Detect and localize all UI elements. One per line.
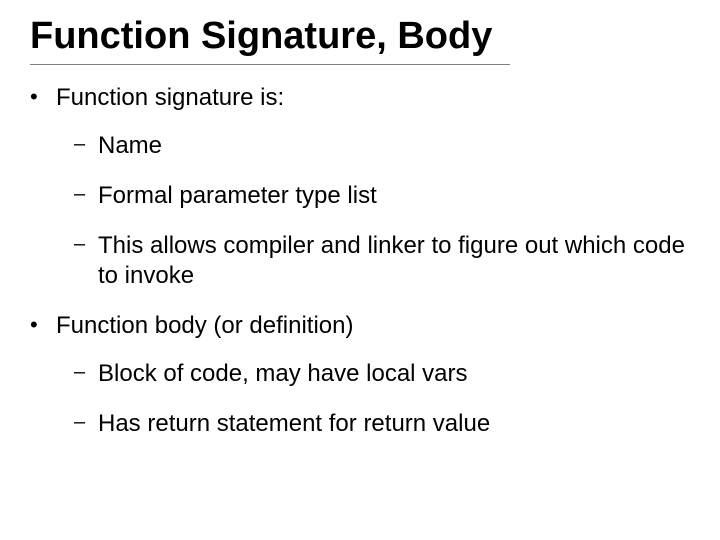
- dash-icon: –: [74, 359, 98, 389]
- list-item: • Function body (or definition): [30, 311, 690, 341]
- sublist-item-text: Name: [98, 131, 690, 161]
- sublist-item: – Has return statement for return value: [74, 409, 690, 439]
- bullet-icon: •: [30, 311, 56, 341]
- list-item: • Function signature is:: [30, 83, 690, 113]
- dash-icon: –: [74, 231, 98, 291]
- slide: Function Signature, Body • Function sign…: [0, 0, 720, 540]
- sublist-item: – This allows compiler and linker to fig…: [74, 231, 690, 291]
- bullet-icon: •: [30, 83, 56, 113]
- sublist-item: – Formal parameter type list: [74, 181, 690, 211]
- list-item-text: Function body (or definition): [56, 311, 690, 341]
- dash-icon: –: [74, 131, 98, 161]
- dash-icon: –: [74, 409, 98, 439]
- dash-icon: –: [74, 181, 98, 211]
- title-divider: [30, 64, 510, 65]
- sublist-item-text: Block of code, may have local vars: [98, 359, 690, 389]
- slide-title: Function Signature, Body: [30, 16, 690, 58]
- sublist-item: – Block of code, may have local vars: [74, 359, 690, 389]
- sublist-item-text: Has return statement for return value: [98, 409, 690, 439]
- sublist-item: – Name: [74, 131, 690, 161]
- list-item-text: Function signature is:: [56, 83, 690, 113]
- slide-content: • Function signature is: – Name – Formal…: [30, 83, 690, 439]
- sublist-item-text: Formal parameter type list: [98, 181, 690, 211]
- sublist-item-text: This allows compiler and linker to figur…: [98, 231, 690, 291]
